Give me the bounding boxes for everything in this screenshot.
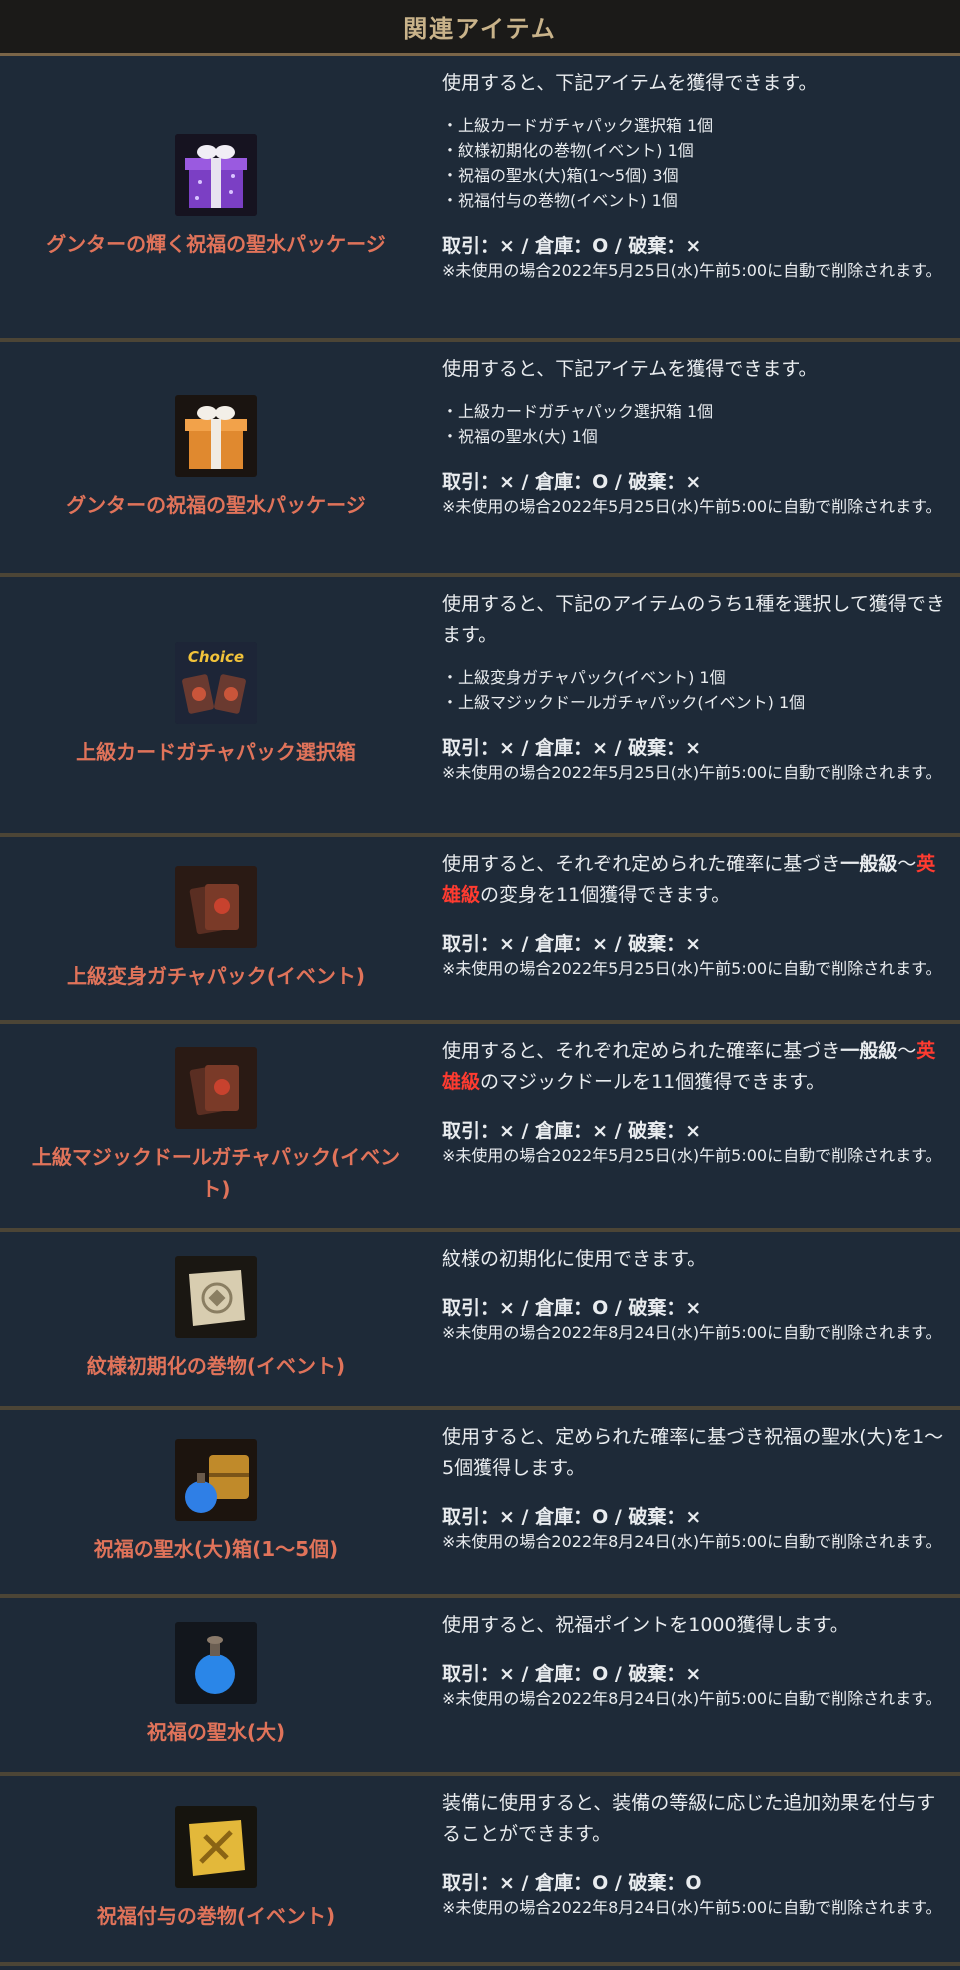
trade-status: 取引：× / 倉庫：O / 破棄：× [442, 1663, 702, 1685]
list-item: 上級変身ガチャパック(イベント) 1個 [442, 665, 946, 690]
list-item: 上級カードガチャパック選択箱 1個 [442, 113, 946, 138]
item-name: 上級カードガチャパック選択箱 [76, 740, 356, 764]
item-description: 使用すると、それぞれ定められた確率に基づき一般級～英雄級の変身を11個獲得できま… [442, 849, 946, 911]
trade-status: 取引：× / 倉庫：O / 破棄：× [442, 471, 702, 493]
expiry-note: ※未使用の場合2022年5月25日(水)午前5:00に自動で削除されます。 [442, 959, 942, 978]
expiry-note: ※未使用の場合2022年8月24日(水)午前5:00に自動で削除されます。 [442, 1689, 942, 1708]
desc-text: ～ [897, 853, 917, 875]
desc-text: ～ [897, 1040, 917, 1062]
item-left-cell: 上級マジックドールガチャパック(イベント) [0, 1024, 432, 1228]
item-description: 使用すると、下記アイテムを獲得できます。 [442, 72, 818, 94]
trade-status: 取引：× / 倉庫：× / 破棄：× [442, 1120, 702, 1142]
expiry-note: ※未使用の場合2022年8月24日(水)午前5:00に自動で削除されます。 [442, 1532, 942, 1551]
trade-status: 取引：× / 倉庫：× / 破棄：× [442, 933, 702, 955]
magic-doll-card-pack-icon [175, 1047, 257, 1129]
trade-status: 取引：× / 倉庫：× / 破棄：× [442, 737, 702, 759]
item-row: Choice 上級カードガチャパック選択箱 使用すると、下記のアイテムのうち1種… [0, 577, 960, 837]
choice-label: Choice [188, 648, 244, 666]
golden-scroll-icon [175, 1806, 257, 1888]
item-detail: 装備に使用すると、装備の等級に応じた追加効果を付与することができます。 取引：×… [432, 1776, 960, 1962]
purple-gift-box-icon [175, 134, 257, 216]
transform-card-pack-icon [175, 865, 257, 948]
item-left-cell: 祝福付与の巻物(イベント) [0, 1776, 432, 1962]
list-item: 祝福の聖水(大)箱(1～5個) 3個 [442, 163, 946, 188]
trade-status: 取引：× / 倉庫：O / 破棄：× [442, 1506, 702, 1528]
item-name: 上級変身ガチャパック(イベント) [66, 963, 366, 988]
list-item: 紋様初期化の巻物(イベント) 1個 [442, 138, 946, 163]
item-name: 上級マジックドールガチャパック(イベント) [31, 1145, 401, 1201]
item-detail: 使用すると、それぞれ定められた確率に基づき一般級～英雄級の変身を11個獲得できま… [432, 837, 960, 1020]
trade-status: 取引：× / 倉庫：O / 破棄：O [442, 1872, 702, 1894]
item-description: 使用すると、それぞれ定められた確率に基づき一般級～英雄級のマジックドールを11個… [442, 1036, 946, 1098]
item-left-cell: グンターの祝福の聖水パッケージ [0, 342, 432, 573]
grade-general: 一般級 [840, 1040, 898, 1062]
item-row: グンターの輝く祝福の聖水パッケージ 使用すると、下記アイテムを獲得できます。 上… [0, 56, 960, 342]
list-item: 上級カードガチャパック選択箱 1個 [442, 399, 946, 424]
item-detail: 使用すると、それぞれ定められた確率に基づき一般級～英雄級のマジックドールを11個… [432, 1024, 960, 1228]
item-row: 祝福の聖水(大)箱(1～5個) 使用すると、定められた確率に基づき祝福の聖水(大… [0, 1410, 960, 1598]
item-description: 使用すると、下記のアイテムのうち1種を選択して獲得できます。 [442, 593, 945, 646]
list-item: 祝福付与の巻物(イベント) 1個 [442, 188, 946, 213]
blue-potion-icon [175, 1622, 257, 1704]
item-detail: 使用すると、下記アイテムを獲得できます。 上級カードガチャパック選択箱 1個 祝… [432, 342, 960, 573]
item-name: 祝福の聖水(大)箱(1～5個) [93, 1537, 339, 1561]
desc-text: 使用すると、それぞれ定められた確率に基づき [442, 853, 841, 875]
item-name: 祝福の聖水(大) [146, 1720, 286, 1744]
item-row: 上級マジックドールガチャパック(イベント) 使用すると、それぞれ定められた確率に… [0, 1024, 960, 1232]
item-left-cell: 上級変身ガチャパック(イベント) [0, 837, 432, 1020]
expiry-note: ※未使用の場合2022年5月25日(水)午前5:00に自動で削除されます。 [442, 497, 942, 516]
scroll-icon [175, 1256, 257, 1338]
list-item: 上級マジックドールガチャパック(イベント) 1個 [442, 690, 946, 715]
item-row: 祝福付与の巻物(イベント) 装備に使用すると、装備の等級に応じた追加効果を付与す… [0, 1776, 960, 1966]
section-header: 関連アイテム [0, 0, 960, 56]
item-description: 使用すると、定められた確率に基づき祝福の聖水(大)を1～5個獲得します。 [442, 1426, 944, 1479]
desc-text: 使用すると、それぞれ定められた確率に基づき [442, 1040, 841, 1062]
item-name: 紋様初期化の巻物(イベント) [86, 1354, 346, 1378]
list-item: 祝福の聖水(大) 1個 [442, 424, 946, 449]
expiry-note: ※未使用の場合2022年5月25日(水)午前5:00に自動で削除されます。 [442, 261, 942, 280]
item-row: 祝福の聖水(大) 使用すると、祝福ポイントを1000獲得します。 取引：× / … [0, 1598, 960, 1776]
item-contents-list: 上級カードガチャパック選択箱 1個 祝福の聖水(大) 1個 [442, 399, 946, 449]
grade-general: 一般級 [840, 853, 898, 875]
item-detail: 使用すると、定められた確率に基づき祝福の聖水(大)を1～5個獲得します。 取引：… [432, 1410, 960, 1594]
item-left-cell: Choice 上級カードガチャパック選択箱 [0, 577, 432, 833]
item-row: 紋様初期化の巻物(イベント) 紋様の初期化に使用できます。 取引：× / 倉庫：… [0, 1232, 960, 1410]
trade-status: 取引：× / 倉庫：O / 破棄：× [442, 235, 702, 257]
item-left-cell: 紋様初期化の巻物(イベント) [0, 1232, 432, 1406]
item-name: グンターの祝福の聖水パッケージ [66, 492, 366, 517]
item-name: 祝福付与の巻物(イベント) [96, 1904, 336, 1928]
item-detail: 使用すると、下記のアイテムのうち1種を選択して獲得できます。 上級変身ガチャパッ… [432, 577, 960, 833]
item-left-cell: 祝福の聖水(大)箱(1～5個) [0, 1410, 432, 1594]
item-detail: 使用すると、祝福ポイントを1000獲得します。 取引：× / 倉庫：O / 破棄… [432, 1598, 960, 1772]
item-detail: 使用すると、下記アイテムを獲得できます。 上級カードガチャパック選択箱 1個 紋… [432, 56, 960, 338]
desc-text: のマジックドールを11個獲得できます。 [480, 1071, 826, 1093]
item-description: 装備に使用すると、装備の等級に応じた追加効果を付与することができます。 [442, 1792, 936, 1845]
trade-status: 取引：× / 倉庫：O / 破棄：× [442, 1297, 702, 1319]
expiry-note: ※未使用の場合2022年8月24日(水)午前5:00に自動で削除されます。 [442, 1323, 942, 1342]
item-description: 使用すると、祝福ポイントを1000獲得します。 [442, 1614, 849, 1636]
treasure-chest-potion-icon [175, 1439, 257, 1521]
item-left-cell: グンターの輝く祝福の聖水パッケージ [0, 56, 432, 338]
item-row: 上級変身ガチャパック(イベント) 使用すると、それぞれ定められた確率に基づき一般… [0, 837, 960, 1024]
item-description: 使用すると、下記アイテムを獲得できます。 [442, 358, 818, 380]
section-title: 関連アイテム [403, 15, 557, 43]
expiry-note: ※未使用の場合2022年8月24日(水)午前5:00に自動で削除されます。 [442, 1898, 942, 1917]
item-detail: 紋様の初期化に使用できます。 取引：× / 倉庫：O / 破棄：× ※未使用の場… [432, 1232, 960, 1406]
choice-box-icon: Choice [175, 642, 257, 724]
desc-text: の変身を11個獲得できます。 [480, 884, 731, 906]
orange-gift-box-icon [175, 394, 257, 477]
expiry-note: ※未使用の場合2022年5月25日(水)午前5:00に自動で削除されます。 [442, 763, 942, 782]
item-left-cell: 祝福の聖水(大) [0, 1598, 432, 1772]
item-description: 紋様の初期化に使用できます。 [442, 1248, 707, 1270]
item-contents-list: 上級変身ガチャパック(イベント) 1個 上級マジックドールガチャパック(イベント… [442, 665, 946, 715]
item-row: グンターの祝福の聖水パッケージ 使用すると、下記アイテムを獲得できます。 上級カ… [0, 342, 960, 577]
item-name: グンターの輝く祝福の聖水パッケージ [46, 232, 386, 256]
expiry-note: ※未使用の場合2022年5月25日(水)午前5:00に自動で削除されます。 [442, 1146, 942, 1165]
item-contents-list: 上級カードガチャパック選択箱 1個 紋様初期化の巻物(イベント) 1個 祝福の聖… [442, 113, 946, 213]
